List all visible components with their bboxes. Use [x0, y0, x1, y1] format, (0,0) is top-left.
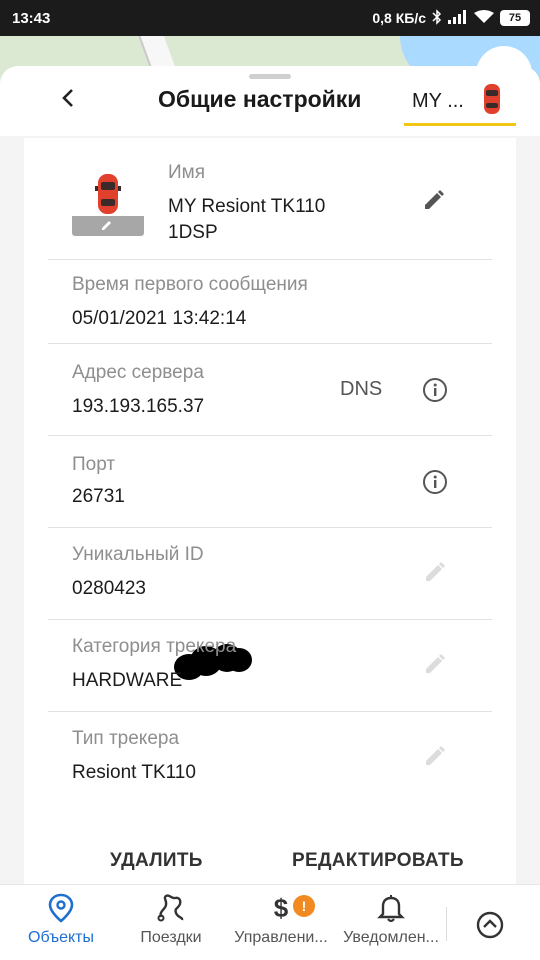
nav-label-trips: Поездки	[140, 929, 202, 946]
info-icon	[422, 469, 448, 500]
sheet-header: Общие настройки MY ...	[0, 66, 540, 136]
tracker-category-row: Категория трекера HARDWARE	[48, 620, 492, 712]
port-value: 26731	[72, 486, 125, 507]
action-bar: УДАЛИТЬ РЕДАКТИРОВАТЬ	[24, 850, 516, 884]
delete-button[interactable]: УДАЛИТЬ	[110, 850, 203, 872]
edit-button[interactable]: РЕДАКТИРОВАТЬ	[292, 850, 464, 872]
route-icon	[116, 893, 226, 923]
tracker-category-label: Категория трекера	[72, 636, 237, 657]
chevron-up-circle-icon	[474, 911, 506, 945]
first-message-row: Время первого сообщения 05/01/2021 13:42…	[48, 260, 492, 344]
dns-tag: DNS	[340, 378, 383, 400]
tracker-type-row: Тип трекера Resiont TK110	[48, 712, 492, 804]
nav-item-notifications[interactable]: Уведомлен...	[336, 893, 446, 957]
server-address-row: Адрес сервера 193.193.165.37 DNS	[48, 344, 492, 436]
nav-label-notifications: Уведомлен...	[343, 929, 439, 946]
network-speed: 0,8 КБ/с	[372, 10, 426, 26]
server-address-label: Адрес сервера	[72, 362, 204, 383]
port-info-button[interactable]	[421, 469, 449, 500]
tracker-category-value: HARDWARE	[72, 670, 183, 691]
chevron-left-icon	[61, 88, 75, 113]
unique-id-value: 0280423	[72, 578, 146, 599]
nav-label-objects: Объекты	[28, 929, 94, 946]
first-message-value: 05/01/2021 13:42:14	[72, 308, 247, 329]
back-button[interactable]	[54, 86, 82, 114]
status-right: 0,8 КБ/с 75	[372, 8, 530, 28]
wifi-icon	[474, 9, 494, 27]
nav-item-objects[interactable]: Объекты	[6, 893, 116, 957]
first-message-label: Время первого сообщения	[72, 274, 308, 295]
pencil-icon	[100, 218, 114, 237]
object-avatar[interactable]	[72, 174, 144, 237]
name-label: Имя	[168, 162, 206, 183]
drag-handle[interactable]	[249, 74, 291, 79]
dollar-icon: $	[273, 893, 289, 923]
server-info-button[interactable]	[421, 377, 449, 408]
port-row: Порт 26731	[48, 436, 492, 528]
object-tab[interactable]: MY ...	[404, 80, 516, 126]
object-tab-label: MY ...	[412, 90, 464, 112]
edit-unique-id-button	[421, 560, 449, 588]
status-bar: 13:43 0,8 КБ/с 75	[0, 0, 540, 36]
port-label: Порт	[72, 454, 116, 475]
car-icon	[95, 172, 121, 221]
info-icon	[422, 377, 448, 408]
status-time: 13:43	[12, 9, 51, 27]
collapse-button[interactable]	[474, 909, 506, 941]
edit-tracker-type-button	[421, 744, 449, 772]
location-pin-icon	[6, 893, 116, 923]
unique-id-row: Уникальный ID 0280423	[48, 528, 492, 620]
server-address-value: 193.193.165.37	[72, 396, 205, 417]
unique-id-label: Уникальный ID	[72, 544, 204, 565]
bottom-navigation: Объекты Поездки $ ! Управлени... Уведомл…	[0, 884, 540, 960]
page-title: Общие настройки	[158, 86, 362, 112]
nav-label-management: Управлени...	[234, 929, 328, 946]
signal-icon	[448, 9, 468, 27]
pencil-icon	[423, 189, 445, 216]
pencil-icon	[424, 653, 446, 680]
settings-card: Имя MY Resiont TK110 1DSP Время первого …	[24, 138, 516, 884]
settings-sheet: Общие настройки MY ... Имя MY Resiont TK…	[0, 66, 540, 884]
car-icon	[482, 82, 502, 121]
name-row: Имя MY Resiont TK110 1DSP	[48, 138, 492, 260]
battery-indicator: 75	[500, 10, 530, 26]
pencil-icon	[424, 561, 446, 588]
bell-icon	[336, 893, 446, 923]
tracker-type-value: Resiont TK110	[72, 762, 196, 783]
name-value: MY Resiont TK110 1DSP	[168, 196, 326, 243]
notification-badge: !	[293, 895, 315, 917]
edit-tracker-category-button	[421, 652, 449, 680]
tracker-type-label: Тип трекера	[72, 728, 180, 749]
bluetooth-icon	[432, 8, 442, 28]
nav-item-trips[interactable]: Поездки	[116, 893, 226, 957]
edit-name-button[interactable]	[420, 188, 448, 216]
pencil-icon	[424, 745, 446, 772]
nav-item-management[interactable]: $ ! Управлени...	[226, 893, 336, 957]
nav-divider	[446, 907, 447, 941]
